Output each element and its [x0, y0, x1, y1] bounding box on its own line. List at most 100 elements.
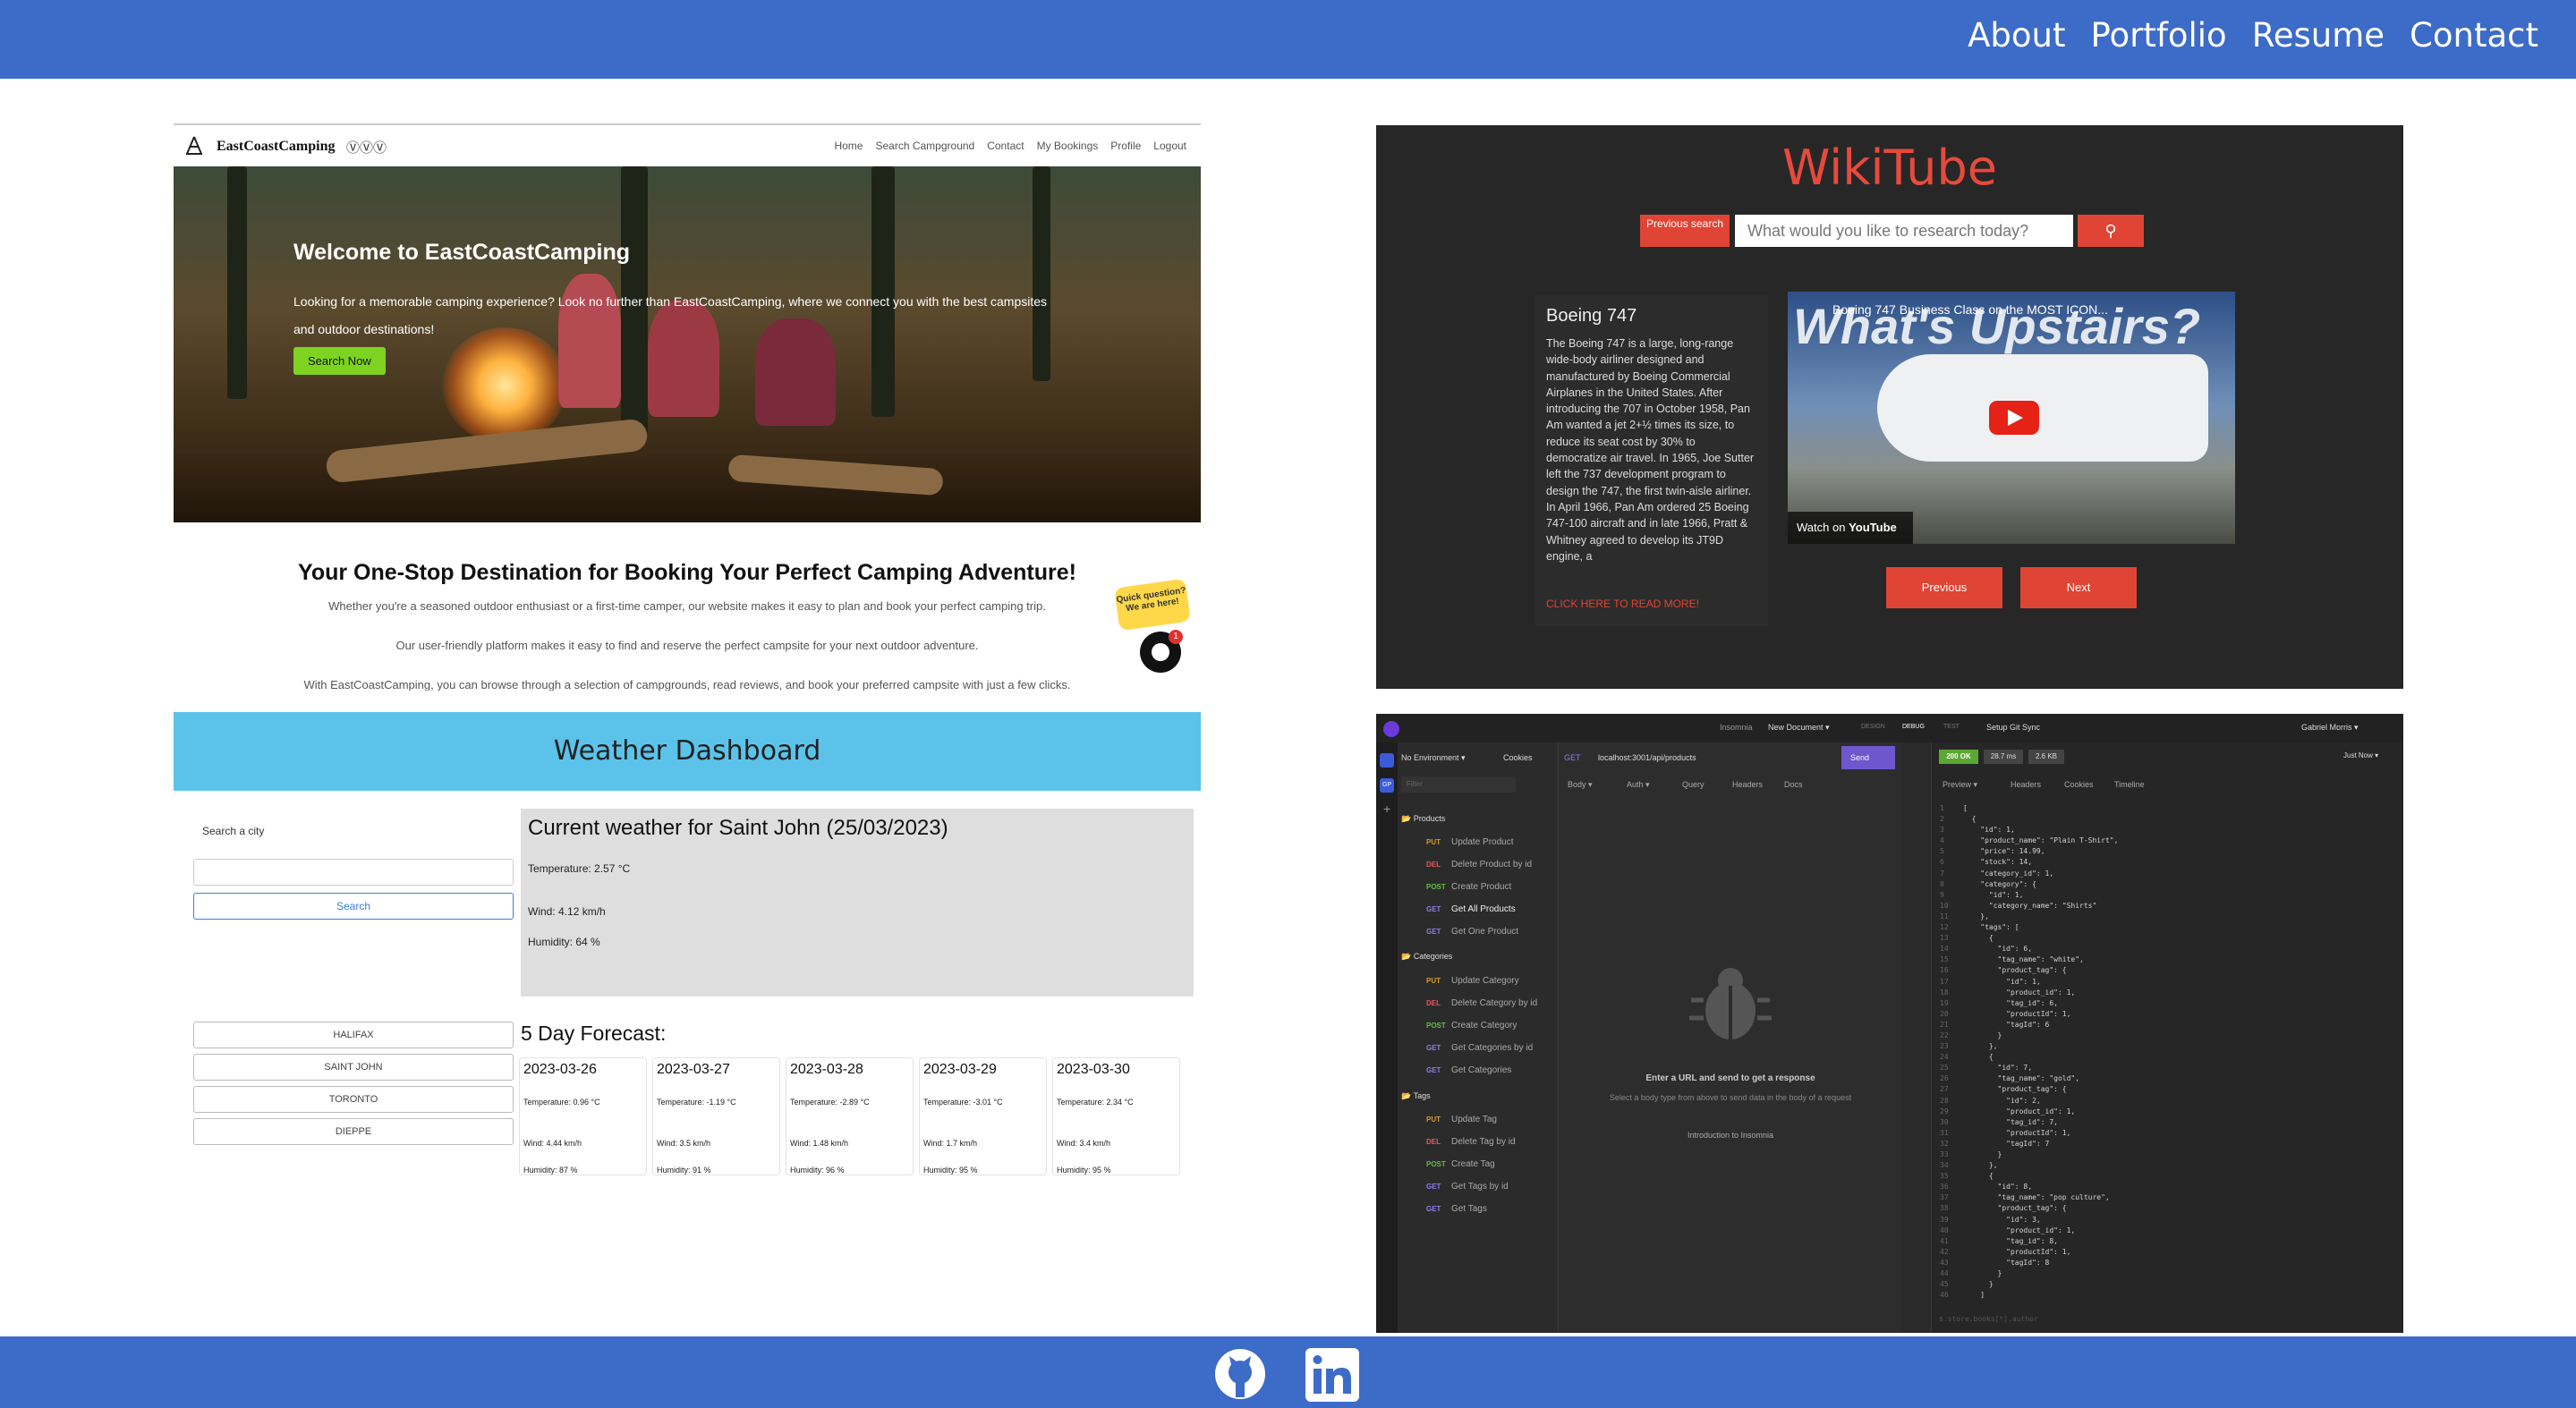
response-filter-input[interactable]: $.store.books[*].author	[1939, 1315, 2038, 1323]
city-history-toronto[interactable]: TORONTO	[193, 1086, 514, 1113]
request-item[interactable]: POST Create Category	[1426, 1021, 1517, 1031]
resp-tab-timeline[interactable]: Timeline	[2114, 780, 2145, 789]
history-selector[interactable]: Just Now ▾	[2343, 751, 2378, 759]
method-badge: DEL	[1426, 1138, 1441, 1146]
request-item[interactable]: DEL Delete Product by id	[1426, 860, 1532, 869]
previous-search-button[interactable]: Previous search	[1640, 215, 1730, 247]
city-history-saint-john[interactable]: SAINT JOHN	[193, 1054, 514, 1081]
request-item[interactable]: GET Get Categories	[1426, 1065, 1511, 1075]
camping-menu-home[interactable]: Home	[834, 140, 863, 152]
req-tab-headers[interactable]: Headers	[1732, 780, 1763, 789]
user-menu[interactable]: Gabriel Morris ▾	[2301, 723, 2359, 733]
camping-menu-contact[interactable]: Contact	[987, 140, 1024, 152]
request-item[interactable]: PUT Update Product	[1426, 837, 1514, 847]
request-item-active[interactable]: GET Get All Products	[1426, 904, 1516, 914]
request-label: Update Tag	[1451, 1115, 1497, 1124]
forecast-day: 2023-03-28 Temperature: -2.89 °C Wind: 1…	[786, 1057, 914, 1175]
project-wikitube[interactable]: WikiTube Previous search What would you …	[1376, 125, 2403, 689]
forecast-humidity: Humidity: 95 %	[1057, 1166, 1111, 1175]
request-item[interactable]: GET Get Tags	[1426, 1204, 1487, 1214]
camping-brand[interactable]: EastCoastCamping	[217, 139, 335, 155]
forecast-temp: Temperature: 2.34 °C	[1057, 1098, 1134, 1107]
method-selector[interactable]: GET	[1564, 753, 1581, 762]
weather-search-button[interactable]: Search	[193, 893, 514, 920]
youtube-video-embed[interactable]: What's Upstairs? Boeing 747 Business Cla…	[1788, 292, 2235, 544]
method-badge: PUT	[1426, 977, 1441, 985]
wikitube-logo: WikiTube	[1782, 140, 1997, 196]
cookies-button[interactable]: Cookies	[1503, 753, 1533, 762]
tab-test[interactable]: TEST	[1943, 724, 1960, 730]
environment-selector[interactable]: No Environment ▾	[1401, 753, 1466, 763]
request-item[interactable]: GET Get Tags by id	[1426, 1182, 1509, 1192]
request-item[interactable]: DEL Delete Tag by id	[1426, 1137, 1516, 1147]
city-history-dieppe[interactable]: DIEPPE	[193, 1118, 514, 1145]
document-selector[interactable]: New Document ▾	[1768, 723, 1830, 733]
linkedin-icon[interactable]	[1305, 1347, 1360, 1403]
project-insomnia-api[interactable]: Insomnia New Document ▾ DESIGN DEBUG TES…	[1376, 714, 2403, 1333]
watch-on-youtube[interactable]: Watch on YouTube	[1788, 512, 1913, 544]
chat-bubble[interactable]: Quick question? We are here!	[1114, 578, 1191, 632]
camping-tagline: Your One-Stop Destination for Booking Yo…	[298, 560, 1076, 585]
request-label: Get Tags	[1451, 1204, 1487, 1214]
video-title[interactable]: Boeing 747 Business Class on the MOST IC…	[1832, 302, 2108, 317]
project-weather-dashboard[interactable]: Weather Dashboard Search a city Search H…	[174, 712, 1201, 1177]
camping-menu-bookings[interactable]: My Bookings	[1037, 140, 1099, 152]
tab-design[interactable]: DESIGN	[1861, 724, 1885, 730]
play-button-icon[interactable]	[1989, 401, 2039, 435]
project-icon[interactable]: GP	[1380, 778, 1394, 793]
read-more-link[interactable]: CLICK HERE TO READ MORE!	[1546, 598, 1699, 610]
request-panel: GET localhost:3001/api/products Send Bod…	[1559, 742, 1902, 1333]
filter-input[interactable]: Filter	[1401, 776, 1516, 793]
forecast-humidity: Humidity: 91 %	[657, 1166, 711, 1175]
request-label: Update Product	[1451, 837, 1514, 847]
camping-menu-logout[interactable]: Logout	[1153, 140, 1186, 152]
request-item[interactable]: POST Create Tag	[1426, 1159, 1495, 1169]
search-now-button[interactable]: Search Now	[293, 347, 386, 375]
city-search-input[interactable]	[193, 859, 514, 886]
url-input[interactable]: localhost:3001/api/products	[1598, 753, 1696, 762]
nav-link-resume[interactable]: Resume	[2252, 16, 2385, 55]
home-icon[interactable]	[1380, 753, 1394, 768]
nav-link-contact[interactable]: Contact	[2410, 16, 2538, 55]
camping-menu-profile[interactable]: Profile	[1110, 140, 1141, 152]
request-item[interactable]: PUT Update Tag	[1426, 1115, 1497, 1124]
add-icon[interactable]: +	[1383, 802, 1390, 816]
github-icon[interactable]	[1213, 1347, 1267, 1401]
request-item[interactable]: POST Create Product	[1426, 882, 1511, 892]
folder-products[interactable]: 📂 Products	[1401, 814, 1445, 824]
request-item[interactable]: DEL Delete Category by id	[1426, 998, 1537, 1008]
request-item[interactable]: PUT Update Category	[1426, 976, 1519, 986]
nav-link-about[interactable]: About	[1968, 16, 2065, 55]
wikitube-search-input[interactable]: What would you like to research today?	[1735, 215, 2073, 247]
nav-link-portfolio[interactable]: Portfolio	[2090, 16, 2226, 55]
forecast-date: 2023-03-26	[523, 1062, 597, 1077]
req-tab-query[interactable]: Query	[1682, 780, 1705, 789]
forecast-date: 2023-03-28	[790, 1062, 863, 1077]
git-sync-button[interactable]: Setup Git Sync	[1986, 723, 2040, 732]
send-button[interactable]: Send	[1841, 746, 1895, 769]
intro-link[interactable]: Introduction to Insomnia	[1559, 1131, 1902, 1140]
insomnia-rail: GP +	[1376, 742, 1398, 1333]
resp-tab-headers[interactable]: Headers	[2011, 780, 2041, 789]
request-item[interactable]: GET Get Categories by id	[1426, 1043, 1533, 1053]
request-label: Update Category	[1451, 976, 1519, 986]
wikitube-search-button[interactable]: ⚲	[2078, 215, 2144, 247]
folder-tags[interactable]: 📂 Tags	[1401, 1091, 1431, 1101]
req-tab-docs[interactable]: Docs	[1784, 780, 1803, 789]
camping-menu-search[interactable]: Search Campground	[875, 140, 974, 152]
forecast-date: 2023-03-29	[923, 1062, 997, 1077]
tab-debug[interactable]: DEBUG	[1902, 724, 1925, 730]
folder-categories[interactable]: 📂 Categories	[1401, 952, 1452, 962]
wiki-next-button[interactable]: Next	[2020, 567, 2137, 608]
resp-tab-cookies[interactable]: Cookies	[2064, 780, 2094, 789]
camping-navbar: EastCoastCamping ⓋⓋⓋ Home Search Campgro…	[174, 125, 1201, 166]
req-tab-body[interactable]: Body ▾	[1568, 780, 1593, 790]
resp-tab-preview[interactable]: Preview ▾	[1943, 780, 1977, 790]
wiki-previous-button[interactable]: Previous	[1886, 567, 2002, 608]
status-badge: 200 OK	[1939, 750, 1978, 764]
request-item[interactable]: GET Get One Product	[1426, 927, 1518, 937]
city-history-halifax[interactable]: HALIFAX	[193, 1022, 514, 1048]
insomnia-titlebar: Insomnia New Document ▾ DESIGN DEBUG TES…	[1376, 714, 2403, 742]
req-tab-auth[interactable]: Auth ▾	[1627, 780, 1650, 790]
project-eastcoastcamping[interactable]: EastCoastCamping ⓋⓋⓋ Home Search Campgro…	[174, 123, 1201, 691]
